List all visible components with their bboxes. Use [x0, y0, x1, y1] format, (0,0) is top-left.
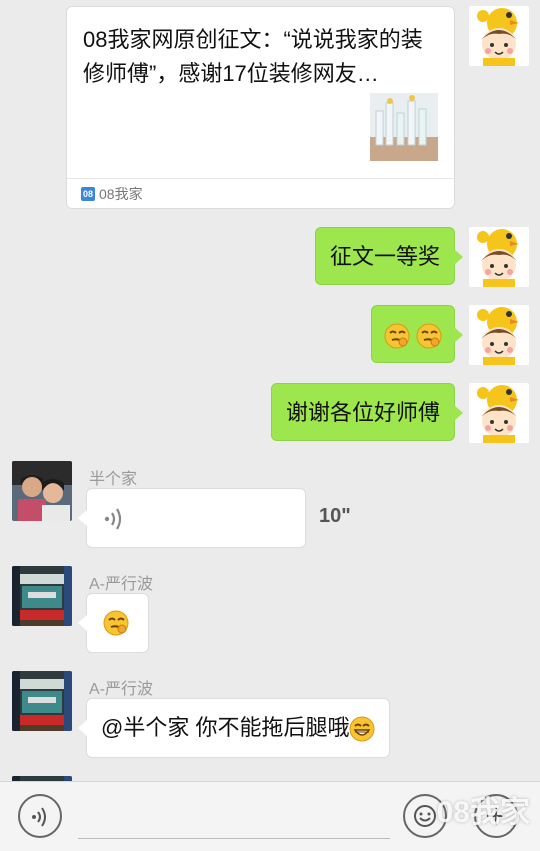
- sender-name: A-严行波: [89, 576, 154, 593]
- voice-message[interactable]: [78, 488, 306, 548]
- outgoing-message[interactable]: 征文一等奖: [314, 227, 464, 285]
- grin-emoji-icon: [349, 716, 376, 743]
- card-divider: [67, 178, 454, 179]
- contact-avatar[interactable]: [12, 566, 72, 626]
- article-title: 08我家网原创征文：“说说我家的装修师傅”，感谢17位装修网友…: [83, 27, 423, 86]
- smirk-emoji-icon: [103, 610, 129, 636]
- incoming-message[interactable]: @半个家 你不能拖后腿哦: [77, 698, 391, 758]
- my-avatar[interactable]: [469, 6, 529, 66]
- outgoing-message[interactable]: 谢谢各位好师傅: [270, 383, 464, 441]
- contact-avatar[interactable]: [12, 671, 72, 731]
- smirk-emoji-icon: [416, 323, 442, 350]
- voice-duration: 10": [319, 505, 351, 527]
- voice-input-button[interactable]: [18, 794, 62, 838]
- my-avatar[interactable]: [469, 305, 529, 365]
- source-logo-icon: 08: [81, 187, 95, 201]
- message-text: @半个家 你不能拖后腿哦: [101, 715, 350, 740]
- smiley-icon: [414, 805, 436, 827]
- voice-icon: [104, 508, 122, 530]
- my-avatar[interactable]: [469, 383, 529, 443]
- sender-name: A-严行波: [89, 681, 154, 698]
- article-source[interactable]: 08 08我家: [81, 184, 143, 204]
- voice-icon: [32, 807, 46, 827]
- incoming-emoji-message[interactable]: [78, 593, 149, 653]
- my-avatar[interactable]: [469, 227, 529, 287]
- outgoing-emoji-message[interactable]: [370, 305, 464, 363]
- source-label: 08我家: [99, 186, 143, 202]
- message-input[interactable]: [78, 838, 390, 839]
- sender-name: 半个家: [89, 471, 138, 488]
- smirk-emoji-icon: [383, 323, 410, 350]
- article-thumbnail: [370, 93, 438, 161]
- input-bar: 08我家: [0, 781, 540, 851]
- watermark-logo: 08我家: [436, 796, 530, 829]
- contact-avatar[interactable]: [12, 461, 72, 521]
- article-card[interactable]: 08我家网原创征文：“说说我家的装修师傅”，感谢17位装修网友… 08 08我家: [66, 6, 455, 209]
